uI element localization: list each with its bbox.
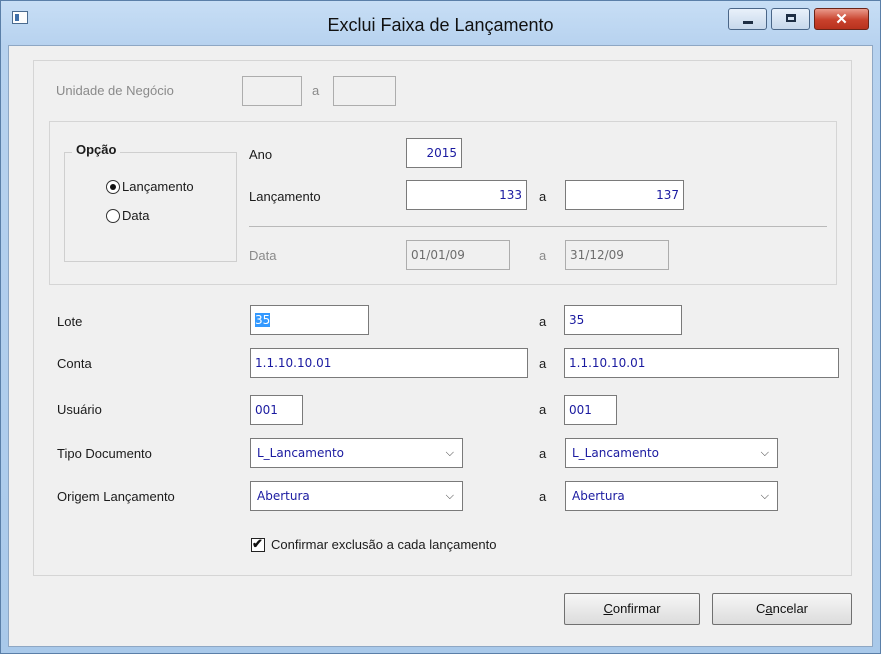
confirmar-checkbox[interactable]: ✔: [251, 536, 265, 552]
unidade-from-input[interactable]: [242, 76, 302, 106]
origem-to-value: Abertura: [572, 489, 625, 503]
dialog-client-area: Unidade de Negócio a Opção Lançamento Da…: [8, 45, 873, 647]
cancelar-label-start: C: [755, 601, 766, 616]
tipo-documento-to-select[interactable]: L_Lancamento ⌵: [565, 438, 778, 468]
minimize-button[interactable]: [728, 8, 767, 30]
title-bar[interactable]: Exclui Faixa de Lançamento ✕: [1, 1, 880, 45]
close-icon: ✕: [835, 11, 848, 28]
maximize-icon: [786, 14, 796, 22]
origem-label: Origem Lançamento: [57, 489, 175, 504]
lote-sep: a: [539, 314, 547, 329]
data-from-input[interactable]: 01/01/09: [406, 240, 510, 270]
unidade-label: Unidade de Negócio: [56, 83, 174, 98]
origem-to-select[interactable]: Abertura ⌵: [565, 481, 778, 511]
unidade-to-input[interactable]: [333, 76, 396, 106]
tipo-documento-sep: a: [539, 446, 547, 461]
conta-label: Conta: [57, 356, 92, 371]
lote-label: Lote: [57, 314, 83, 329]
checkmark-icon: ✔: [252, 536, 263, 551]
minimize-icon: [743, 21, 753, 24]
lancamento-from-input[interactable]: 133: [406, 180, 527, 210]
close-button[interactable]: ✕: [814, 8, 869, 30]
chevron-down-icon: ⌵: [445, 446, 454, 459]
tipo-documento-label: Tipo Documento: [57, 446, 152, 461]
dialog-window: Exclui Faixa de Lançamento ✕ Unidade de …: [0, 0, 881, 654]
lancamento-to-input[interactable]: 137: [565, 180, 684, 210]
tipo-documento-to-value: L_Lancamento: [572, 446, 660, 460]
opcao-title: Opção: [72, 142, 121, 157]
usuario-sep: a: [539, 402, 547, 417]
cancelar-button[interactable]: Cancelar: [712, 593, 852, 625]
lote-from-selected-text: 35: [255, 313, 271, 327]
usuario-from-input[interactable]: 001: [250, 395, 303, 425]
chevron-down-icon: ⌵: [445, 489, 454, 502]
origem-sep: a: [539, 489, 547, 504]
unidade-sep: a: [312, 83, 320, 98]
data-to-input[interactable]: 31/12/09: [565, 240, 669, 270]
chevron-down-icon: ⌵: [760, 489, 769, 502]
tipo-documento-from-select[interactable]: L_Lancamento ⌵: [250, 438, 463, 468]
conta-to-input[interactable]: 1.1.10.10.01: [564, 348, 839, 378]
separator-line: [249, 226, 827, 227]
cancelar-label: ncelar: [772, 601, 809, 616]
confirmar-label: onfirmar: [612, 601, 661, 616]
lote-to-input[interactable]: 35: [564, 305, 682, 335]
lancamento-label: Lançamento: [249, 189, 321, 204]
confirmar-accel: C: [603, 601, 613, 616]
origem-from-value: Abertura: [257, 489, 310, 503]
opcao-groupbox: [64, 152, 237, 262]
conta-sep: a: [539, 356, 547, 371]
confirmar-button[interactable]: Confirmar: [564, 593, 700, 625]
data-sep: a: [539, 248, 547, 263]
maximize-button[interactable]: [771, 8, 810, 30]
tipo-documento-from-value: L_Lancamento: [257, 446, 345, 460]
radio-data-label[interactable]: Data: [122, 208, 149, 223]
usuario-to-input[interactable]: 001: [564, 395, 617, 425]
ano-label: Ano: [249, 147, 273, 162]
lancamento-sep: a: [539, 189, 547, 204]
cancelar-accel: a: [765, 601, 773, 616]
radio-lancamento-label[interactable]: Lançamento: [122, 179, 194, 194]
ano-input[interactable]: 2015: [406, 138, 462, 168]
confirmar-checkbox-label[interactable]: Confirmar exclusão a cada lançamento: [271, 537, 496, 552]
origem-from-select[interactable]: Abertura ⌵: [250, 481, 463, 511]
data-label: Data: [249, 248, 277, 263]
lote-from-input[interactable]: 35: [250, 305, 369, 335]
conta-from-input[interactable]: 1.1.10.10.01: [250, 348, 528, 378]
radio-lancamento[interactable]: [106, 180, 120, 194]
chevron-down-icon: ⌵: [760, 446, 769, 459]
usuario-label: Usuário: [57, 402, 102, 417]
radio-data[interactable]: [106, 209, 120, 223]
